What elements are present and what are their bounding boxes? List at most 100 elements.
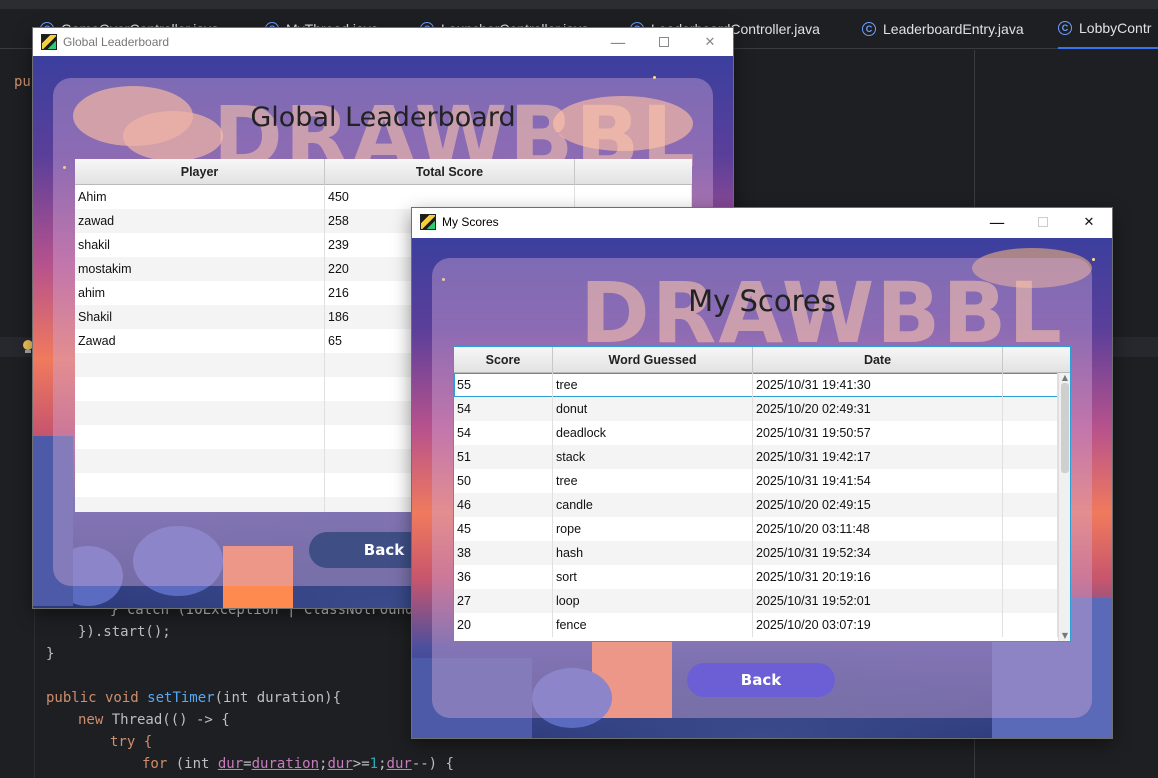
table-row[interactable]: 45 rope 2025/10/20 03:11:48 [454,517,1070,541]
column-header-date[interactable]: Date [753,347,1003,373]
cell-filler [1003,541,1058,565]
cell-date: 2025/10/20 03:11:48 [753,517,1003,541]
table-row[interactable]: 55 tree 2025/10/31 19:41:30 [454,373,1070,397]
cell-filler [1003,469,1058,493]
cell-word-guessed: sort [553,565,753,589]
code-line: public void setTimer(int duration){ [46,690,342,706]
code-line: for (int dur=duration;dur>=1;dur--) { [142,756,454,772]
column-header-score[interactable]: Score [454,347,553,373]
cell-filler [1003,373,1058,397]
cell-player: Shakil [75,305,325,329]
cell-score: 55 [454,373,553,397]
cell-score: 27 [454,589,553,613]
class-icon: C [862,22,876,36]
window-title: My Scores [442,215,499,229]
cell-player [75,425,325,449]
cell-word-guessed: rope [553,517,753,541]
table-row[interactable]: 27 loop 2025/10/31 19:52:01 [454,589,1070,613]
cell-score: 46 [454,493,553,517]
scroll-down-arrow-icon[interactable]: ▼ [1059,631,1070,641]
window-title: Global Leaderboard [63,35,170,49]
column-header-filler [575,159,692,185]
table-row[interactable]: 54 donut 2025/10/20 02:49:31 [454,397,1070,421]
table-row[interactable]: 46 candle 2025/10/20 02:49:15 [454,493,1070,517]
cell-date: 2025/10/31 19:41:54 [753,469,1003,493]
cell-filler [1003,397,1058,421]
maximize-button [1020,208,1066,236]
cell-date: 2025/10/20 03:07:19 [753,613,1003,637]
cell-player: shakil [75,233,325,257]
close-button[interactable]: ✕ [1066,208,1112,236]
app-logo-icon [420,214,436,230]
cell-word-guessed: fence [553,613,753,637]
cell-player: ahim [75,281,325,305]
cell-player: Ahim [75,185,325,209]
cell-score: 38 [454,541,553,565]
cell-filler [1003,565,1058,589]
class-icon: C [1058,21,1072,35]
cell-filler [1003,613,1058,637]
cell-date: 2025/10/31 20:19:16 [753,565,1003,589]
cell-word-guessed: donut [553,397,753,421]
ide-top-strip [0,0,1158,9]
cell-filler [1003,517,1058,541]
leaderboard-titlebar[interactable]: Global Leaderboard — ✕ [33,28,733,56]
table-row[interactable]: 38 hash 2025/10/31 19:52:34 [454,541,1070,565]
column-header-total-score[interactable]: Total Score [325,159,575,185]
cell-score: 36 [454,565,553,589]
cell-player [75,473,325,497]
scroll-up-arrow-icon[interactable]: ▲ [1059,373,1070,383]
close-button[interactable]: ✕ [687,28,733,56]
cell-date: 2025/10/31 19:50:57 [753,421,1003,445]
cell-player [75,449,325,473]
cell-player [75,353,325,377]
table-row[interactable]: 50 tree 2025/10/31 19:41:54 [454,469,1070,493]
table-header: Score Word Guessed Date [454,347,1070,373]
code-line: } [46,646,55,662]
cell-word-guessed: tree [553,373,753,397]
maximize-button [641,28,687,56]
table-row[interactable]: 20 fence 2025/10/20 03:07:19 [454,613,1070,637]
table-row[interactable]: Ahim 450 [75,185,692,209]
cell-total-score: 450 [325,185,575,209]
cell-score: 54 [454,397,553,421]
cell-date: 2025/10/31 19:52:34 [753,541,1003,565]
cell-word-guessed: deadlock [553,421,753,445]
page-title: Global Leaderboard [250,102,516,133]
cell-score: 20 [454,613,553,637]
column-header-word-guessed[interactable]: Word Guessed [553,347,753,373]
table-row[interactable]: 36 sort 2025/10/31 20:19:16 [454,565,1070,589]
my-scores-window: My Scores — ✕ DRAWBBL My Scores Score Wo… [412,208,1112,738]
cell-word-guessed: loop [553,589,753,613]
editor-tab[interactable]: C LeaderboardEntry.java [862,9,1024,49]
cell-score: 45 [454,517,553,541]
cell-player [75,377,325,401]
scores-table[interactable]: Score Word Guessed Date 55 tree 2025/10/31… [453,346,1071,642]
cell-word-guessed: hash [553,541,753,565]
minimize-button[interactable]: — [595,28,641,56]
cell-word-guessed: stack [553,445,753,469]
cell-word-guessed: tree [553,469,753,493]
page-title: My Scores [688,284,836,318]
cell-date: 2025/10/20 02:49:15 [753,493,1003,517]
table-row[interactable]: 51 stack 2025/10/31 19:42:17 [454,445,1070,469]
back-button[interactable]: Back [687,663,835,697]
cell-date: 2025/10/20 02:49:31 [753,397,1003,421]
cell-filler [575,185,692,209]
editor-tab-active[interactable]: C LobbyContr [1058,9,1158,49]
cell-date: 2025/10/31 19:41:30 [753,373,1003,397]
cell-player [75,497,325,512]
cell-score: 51 [454,445,553,469]
code-line: try { [110,734,153,750]
scrollbar-thumb[interactable] [1061,383,1069,473]
column-header-player[interactable]: Player [75,159,325,185]
cell-player: Zawad [75,329,325,353]
table-row[interactable]: 54 deadlock 2025/10/31 19:50:57 [454,421,1070,445]
my-scores-titlebar[interactable]: My Scores — ✕ [412,208,1112,236]
cell-player: zawad [75,209,325,233]
vertical-scrollbar[interactable]: ▲ ▼ [1058,373,1070,641]
cell-player [75,401,325,425]
code-line: new Thread(() -> { [78,712,230,728]
minimize-button[interactable]: — [974,208,1020,236]
app-logo-icon [41,34,57,50]
